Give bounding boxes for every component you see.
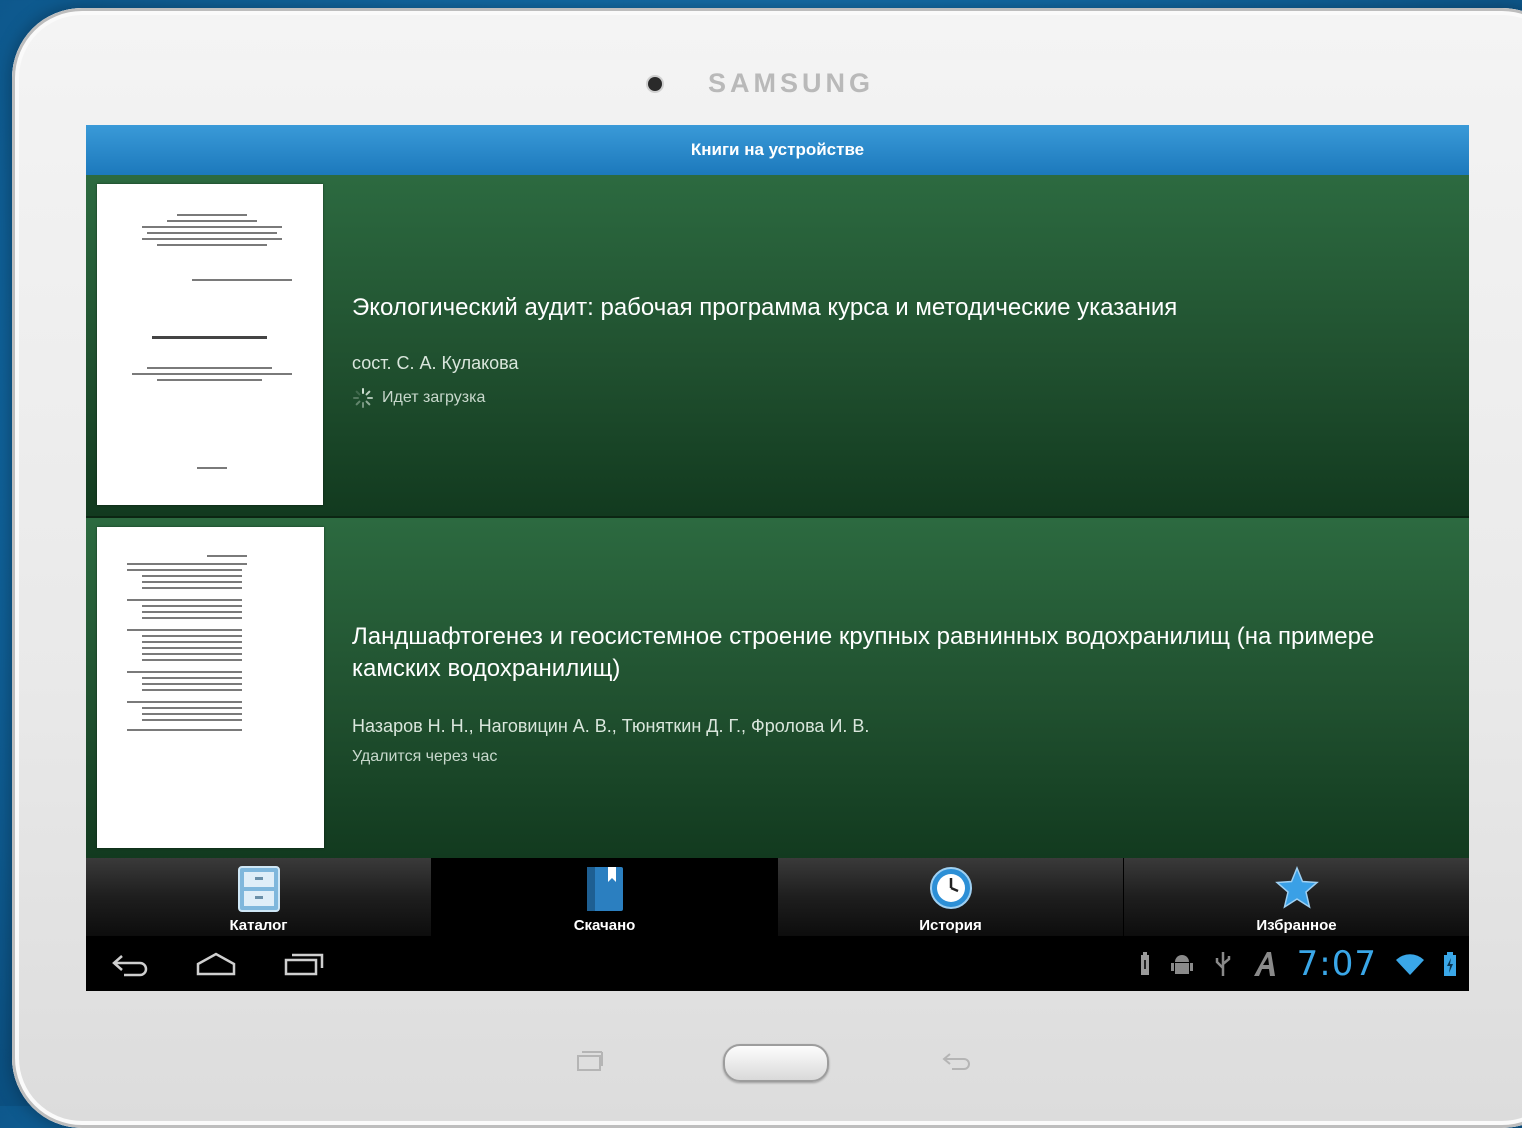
battery-charging-icon <box>1444 952 1456 976</box>
hw-home-button[interactable] <box>723 1044 829 1082</box>
book-status: Удалится через час <box>352 748 497 766</box>
book-title: Ландшафтогенез и геосистемное строение к… <box>352 623 1375 682</box>
tab-label: История <box>919 917 982 934</box>
front-camera <box>648 77 662 91</box>
cabinet-icon <box>237 866 280 912</box>
status-area: 7:07 <box>1139 944 1457 984</box>
tab-label: Скачано <box>573 917 636 934</box>
back-icon[interactable] <box>110 950 150 978</box>
action-bar-title: Книги на устройстве <box>86 125 1469 177</box>
book-author: Назаров Н. Н., Наговицин А. В., Тюняткин… <box>352 716 870 736</box>
system-nav-bar: 7:07 <box>86 936 1469 991</box>
hw-recent-apps-icon[interactable] <box>576 1048 606 1074</box>
battery-notification-icon <box>1140 952 1149 975</box>
tab-catalog[interactable]: Каталог <box>86 858 432 936</box>
book-title: Экологический аудит: рабочая программа к… <box>352 294 1178 321</box>
home-icon[interactable] <box>194 950 238 978</box>
android-debug-icon <box>1170 955 1193 974</box>
tab-favorites[interactable]: Избранное <box>1124 858 1469 936</box>
book-list-item[interactable]: Ландшафтогенез и геосистемное строение к… <box>86 518 1469 858</box>
book-author: сост. С. А. Кулакова <box>352 353 519 373</box>
book-status-text: Удалится через час <box>352 748 498 765</box>
tab-history[interactable]: История <box>778 858 1124 936</box>
book-cover <box>97 184 323 505</box>
wifi-icon <box>1396 954 1424 975</box>
tab-downloaded[interactable]: Скачано <box>432 858 778 936</box>
book-cover <box>97 527 324 848</box>
status-clock: 7:07 <box>1296 944 1377 984</box>
loading-spinner-icon <box>352 387 374 409</box>
font-a-icon <box>1253 952 1275 976</box>
bottom-tab-bar: Каталог Скачано История Избранное <box>86 858 1469 936</box>
star-icon <box>1274 866 1319 909</box>
brand-logo: SAMSUNG <box>708 68 875 98</box>
book-status-text: Идет загрузка <box>382 389 486 406</box>
hw-back-icon[interactable] <box>940 1048 974 1074</box>
clock-icon <box>929 867 972 909</box>
screen: Книги на устройстве Экологический аудит:… <box>86 125 1469 991</box>
tab-label: Каталог <box>229 917 288 934</box>
tab-label: Избранное <box>1256 917 1337 934</box>
book-icon <box>586 867 623 911</box>
recent-apps-icon[interactable] <box>282 950 326 978</box>
book-list-item[interactable]: Экологический аудит: рабочая программа к… <box>86 175 1469 518</box>
usb-icon <box>1215 952 1230 976</box>
book-status: Идет загрузка <box>352 387 485 409</box>
